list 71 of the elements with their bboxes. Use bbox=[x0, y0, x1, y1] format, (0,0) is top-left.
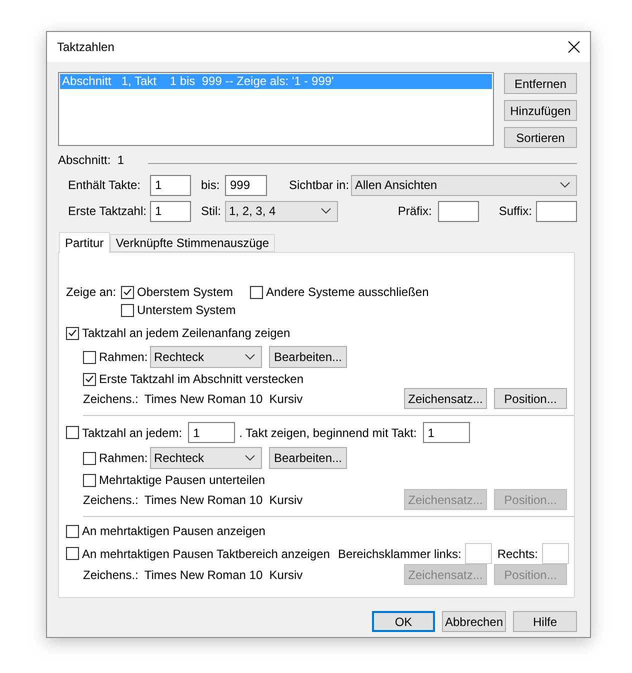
field-label: Rechts: bbox=[497, 546, 538, 560]
checkbox[interactable] bbox=[83, 474, 96, 486]
position-button[interactable]: Position... bbox=[494, 388, 567, 409]
input-field[interactable]: 1 bbox=[150, 200, 191, 222]
checkbox[interactable] bbox=[121, 304, 134, 316]
section-label: Abschnitt: 1 bbox=[58, 153, 126, 167]
font-label: Zeichens.: bbox=[83, 492, 138, 506]
checkbox-label[interactable]: Erste Taktzahl im Abschnitt verstecken bbox=[99, 372, 304, 386]
checkbox-label[interactable]: Unterstem System bbox=[137, 303, 236, 317]
list-button[interactable]: Hinzufügen bbox=[504, 100, 577, 121]
input-field[interactable]: 1 bbox=[422, 422, 470, 443]
font-value: Times New Roman 10 Kursiv bbox=[144, 568, 303, 582]
field-label: Erste Taktzahl: bbox=[68, 204, 148, 218]
font-label: Zeichens.: bbox=[83, 392, 138, 406]
checkbox-label[interactable]: Oberstem System bbox=[137, 285, 234, 299]
field-label: . Takt zeigen, beginnend mit Takt: bbox=[239, 426, 417, 440]
chevron-down-icon bbox=[321, 208, 331, 214]
dialog-button[interactable]: Hilfe bbox=[513, 611, 577, 632]
input-field[interactable] bbox=[536, 200, 577, 222]
dialog-button[interactable]: Abbrechen bbox=[442, 611, 506, 632]
font-value: Times New Roman 10 Kursiv bbox=[144, 492, 303, 506]
window-title: Taktzahlen bbox=[57, 40, 114, 54]
checkbox-label[interactable]: Rahmen: bbox=[99, 350, 150, 364]
field-label: Stil: bbox=[201, 204, 222, 218]
chevron-down-icon bbox=[560, 182, 570, 188]
input-field[interactable] bbox=[465, 543, 492, 564]
checkbox[interactable] bbox=[66, 426, 79, 439]
field-label: Enthält Takte: bbox=[68, 178, 142, 192]
checkbox-label[interactable]: An mehrtaktigen Pausen anzeigen bbox=[82, 524, 266, 538]
input-field[interactable]: 999 bbox=[225, 174, 267, 196]
tab[interactable]: Verknüpfte Stimmenauszüge bbox=[110, 234, 276, 252]
list-button[interactable]: Sortieren bbox=[504, 127, 577, 148]
input-field[interactable] bbox=[438, 200, 479, 222]
list-button[interactable]: Entfernen bbox=[504, 73, 577, 94]
checkbox[interactable] bbox=[66, 547, 79, 560]
font-label: Zeichens.: bbox=[83, 568, 138, 582]
checkbox-label[interactable]: Taktzahl an jedem: bbox=[82, 426, 182, 440]
checkbox[interactable] bbox=[66, 326, 79, 340]
chevron-down-icon bbox=[245, 455, 255, 461]
field-label: bis: bbox=[201, 178, 221, 192]
field-label: Suffix: bbox=[498, 204, 532, 218]
checkbox[interactable] bbox=[83, 372, 96, 386]
checkbox[interactable] bbox=[83, 350, 96, 364]
tab[interactable]: Partitur bbox=[59, 232, 110, 253]
input-field[interactable]: 1 bbox=[188, 422, 236, 443]
font-button[interactable]: Zeichensatz... bbox=[404, 388, 487, 409]
close-icon[interactable] bbox=[568, 41, 580, 53]
field-label: Bereichsklammer links: bbox=[338, 546, 462, 560]
checkbox-label[interactable]: Rahmen: bbox=[99, 451, 150, 465]
checkbox-label[interactable]: Andere Systeme ausschließen bbox=[266, 285, 429, 299]
checkbox-label[interactable]: An mehrtaktigen Pausen Taktbereich anzeigen bbox=[82, 546, 330, 560]
checkbox-label[interactable]: Taktzahl an jedem Zeilenanfang zeigen bbox=[82, 326, 290, 340]
dropdown[interactable]: Rechteck bbox=[150, 447, 262, 469]
dropdown[interactable]: Allen Ansichten bbox=[351, 174, 577, 196]
dropdown[interactable]: Rechteck bbox=[150, 346, 262, 368]
checkbox-label[interactable]: Mehrtaktige Pausen unterteilen bbox=[99, 473, 266, 487]
edit-button[interactable]: Bearbeiten... bbox=[269, 346, 347, 368]
checkbox[interactable] bbox=[83, 452, 96, 464]
checkbox[interactable] bbox=[250, 286, 264, 298]
input-field[interactable] bbox=[542, 543, 570, 564]
field-label: Zeige an: bbox=[66, 285, 118, 299]
checkbox[interactable] bbox=[121, 286, 134, 298]
input-field[interactable]: 1 bbox=[150, 174, 191, 196]
dropdown[interactable]: 1, 2, 3, 4 bbox=[225, 200, 338, 222]
font-value: Times New Roman 10 Kursiv bbox=[144, 392, 303, 406]
edit-button[interactable]: Bearbeiten... bbox=[269, 447, 347, 469]
field-label: Präfix: bbox=[398, 204, 432, 218]
chevron-down-icon bbox=[245, 354, 255, 360]
checkbox[interactable] bbox=[66, 524, 79, 538]
field-label: Sichtbar in: bbox=[289, 178, 350, 192]
dialog-button[interactable]: OK bbox=[372, 611, 435, 632]
